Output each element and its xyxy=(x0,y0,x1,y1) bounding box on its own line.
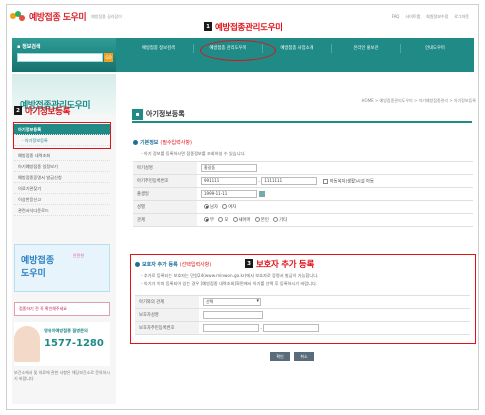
sidebar-item-history[interactable]: 예방접종 내역조회 xyxy=(14,150,110,161)
callout-1-text: 예방접종관리도우미 xyxy=(215,23,283,33)
guardian-rrn-back-field[interactable] xyxy=(263,324,320,332)
rrn-dash: - xyxy=(260,326,262,332)
page-title-bar: ▪ 아기정보등록 xyxy=(132,107,472,123)
nurse-illustration xyxy=(14,326,40,362)
confirm-button[interactable]: 확인 xyxy=(270,352,290,361)
logout-link[interactable]: 로그아웃 xyxy=(454,14,469,20)
hotline-title: 영유아예방접종 질병문의 xyxy=(44,328,88,333)
field-label: 아기와의 관계 xyxy=(135,295,199,309)
basic-info-title: 기본정보 (필수입력사항) xyxy=(133,139,192,146)
cancel-button[interactable]: 취소 xyxy=(294,352,314,361)
logo-subtitle: 예방접종 길라잡이 xyxy=(91,13,122,19)
callout-2-text: 아기정보등록 xyxy=(25,107,71,117)
table-row: 출생일 1999-11-11 xyxy=(133,187,473,201)
menu-vaccine-info[interactable]: 예방접종 정보검색 xyxy=(124,44,193,53)
basic-info-note: - 아기 정보를 등록하시면 접종정보를 조회하실 수 있습니다. xyxy=(141,151,246,156)
banner1-sub: 안전한 xyxy=(73,253,85,258)
baby-rrn-back-field[interactable]: 1111111 xyxy=(261,177,318,185)
relation-father-radio[interactable] xyxy=(204,217,209,222)
relation-stepmother-radio[interactable] xyxy=(232,217,238,222)
field-label: 보호자주민등록번호 xyxy=(135,321,199,335)
guardian-rrn-front-field[interactable] xyxy=(203,324,259,332)
field-label: 아기주민등록번호 xyxy=(133,174,197,188)
table-row: 보호자주민등록번호 - xyxy=(135,321,470,335)
table-row: 성별 남자 여자 xyxy=(133,200,473,214)
banner1-line2: 도우미 xyxy=(21,269,46,279)
menu-online-pr[interactable]: 온라인 홍보관 xyxy=(331,44,400,53)
table-row: 아기성명 홍길동 xyxy=(133,161,473,175)
search-input[interactable] xyxy=(17,53,103,62)
checkbox-label: 아동복지(생활)시설 아동 xyxy=(329,179,374,185)
sidebar-item-schedule[interactable]: 아기예방접종 일정보기 xyxy=(14,161,110,172)
search-label: ▪ 정보검색 xyxy=(17,44,41,50)
baby-rrn-front-field[interactable]: 991111 xyxy=(201,177,257,185)
callout-3-number: 3 xyxy=(245,259,253,268)
vaccine-helper-banner[interactable]: 예방접종 도우미 안전한 xyxy=(14,244,110,292)
table-row: 관계 부 모 새어머 본인 기타 xyxy=(133,213,473,227)
field-label: 성별 xyxy=(133,200,197,214)
table-row: 아기와의 관계 선택 xyxy=(135,295,470,309)
guardian-note-2: - 아기가 이미 등록되어 있는 경우 [예방접종 내역조회]화면에서 아기를 … xyxy=(141,281,318,286)
field-label: 아기성명 xyxy=(133,161,197,175)
relation-mother-radio[interactable] xyxy=(218,217,224,222)
banner1-line1: 예방접종 xyxy=(21,256,55,266)
basic-info-form: 아기성명 홍길동 아기주민등록번호 991111 - 1111111 아동복지(… xyxy=(133,161,473,227)
sidebar-footer-text: 보건소에서 및 의료에 관한 사항은 해당보건소로 문의하시기 바랍니다 xyxy=(14,370,110,381)
sidebar-item-find-hospital[interactable]: 의료기관찾기 xyxy=(14,183,110,194)
callout-3-text: 보호자 추가 등록 xyxy=(256,260,314,270)
field-label: 보호자성명 xyxy=(135,308,199,322)
highlight-box-sidebar xyxy=(13,122,111,149)
callout-2-number: 2 xyxy=(14,106,22,115)
breadcrumb: HOME > 예방접종관리도우미 > 아기예방접종관리 > 아기정보등록 xyxy=(361,98,476,103)
birthdate-field[interactable]: 1999-11-11 xyxy=(201,190,257,198)
sex-male-radio[interactable] xyxy=(204,204,209,209)
precheck-banner[interactable]: 접종하기 전 꼭 확인해주세요 xyxy=(14,302,110,316)
banner2-text: 접종하기 전 꼭 확인해주세요 xyxy=(19,306,67,311)
search-panel: ▪ 정보검색 GO xyxy=(12,38,116,72)
logo-text: 예방접종 도우미 xyxy=(29,13,87,23)
baby-name-field[interactable]: 홍길동 xyxy=(201,164,257,172)
search-go-button[interactable]: GO xyxy=(104,53,113,62)
sidebar-item-adverse-report[interactable]: 이상반응신고 xyxy=(14,194,110,205)
calendar-icon[interactable] xyxy=(259,191,265,197)
field-label: 출생일 xyxy=(133,187,197,201)
sex-female-radio[interactable] xyxy=(222,204,228,209)
site-logo[interactable]: 예방접종 도우미 예방접종 길라잡이 xyxy=(10,10,122,23)
edit-profile-link[interactable]: 회원정보수정 xyxy=(426,14,448,20)
table-row: 아기주민등록번호 991111 - 1111111 아동복지(생활)시설 아동 xyxy=(133,174,473,188)
bullet-icon xyxy=(133,140,138,145)
sidebar-item-certificate[interactable]: 예방접종증명서 발급신청 xyxy=(14,172,110,183)
callout-1-number: 1 xyxy=(204,22,212,31)
guardian-title: 보호자 추가 등록 (선택입력사항) xyxy=(135,261,211,268)
relation-self-radio[interactable] xyxy=(254,217,260,222)
hotline-banner: 영유아예방접종 질병문의 1577-1280 xyxy=(14,322,110,366)
utility-links: FAQ 사이트맵 회원정보수정 로그아웃 xyxy=(392,14,469,20)
field-label: 관계 xyxy=(133,213,197,227)
logo-icon xyxy=(10,10,26,23)
main-menu: 예방접종 정보검색 예방접종 관리도우미 예방접종 사업소개 온라인 홍보관 안… xyxy=(124,44,469,53)
bullet-icon xyxy=(135,262,140,267)
page-title: 아기정보등록 xyxy=(146,110,185,118)
page-title-icon: ▪ xyxy=(132,109,143,120)
guardian-name-field[interactable] xyxy=(203,311,263,319)
sidebar-item-downloads[interactable]: 관련서식다운로드 xyxy=(14,205,110,216)
guardian-relation-select[interactable]: 선택 xyxy=(203,298,261,306)
menu-help[interactable]: 안내도우미 xyxy=(400,44,469,53)
sitemap-link[interactable]: 사이트맵 xyxy=(405,14,420,20)
rrn-dash: - xyxy=(258,179,260,185)
relation-other-radio[interactable] xyxy=(273,217,279,222)
highlight-oval xyxy=(200,40,276,61)
faq-link[interactable]: FAQ xyxy=(392,14,400,20)
table-row: 보호자성명 xyxy=(135,308,470,322)
guardian-note-1: - 추가로 등록되는 보호자는 민원24(www.minwon.go.kr)에서… xyxy=(141,273,319,278)
hotline-phone: 1577-1280 xyxy=(44,338,104,349)
welfare-facility-checkbox[interactable] xyxy=(322,178,328,184)
guardian-form: 아기와의 관계 선택 보호자성명 보호자주민등록번호 - xyxy=(135,295,470,335)
